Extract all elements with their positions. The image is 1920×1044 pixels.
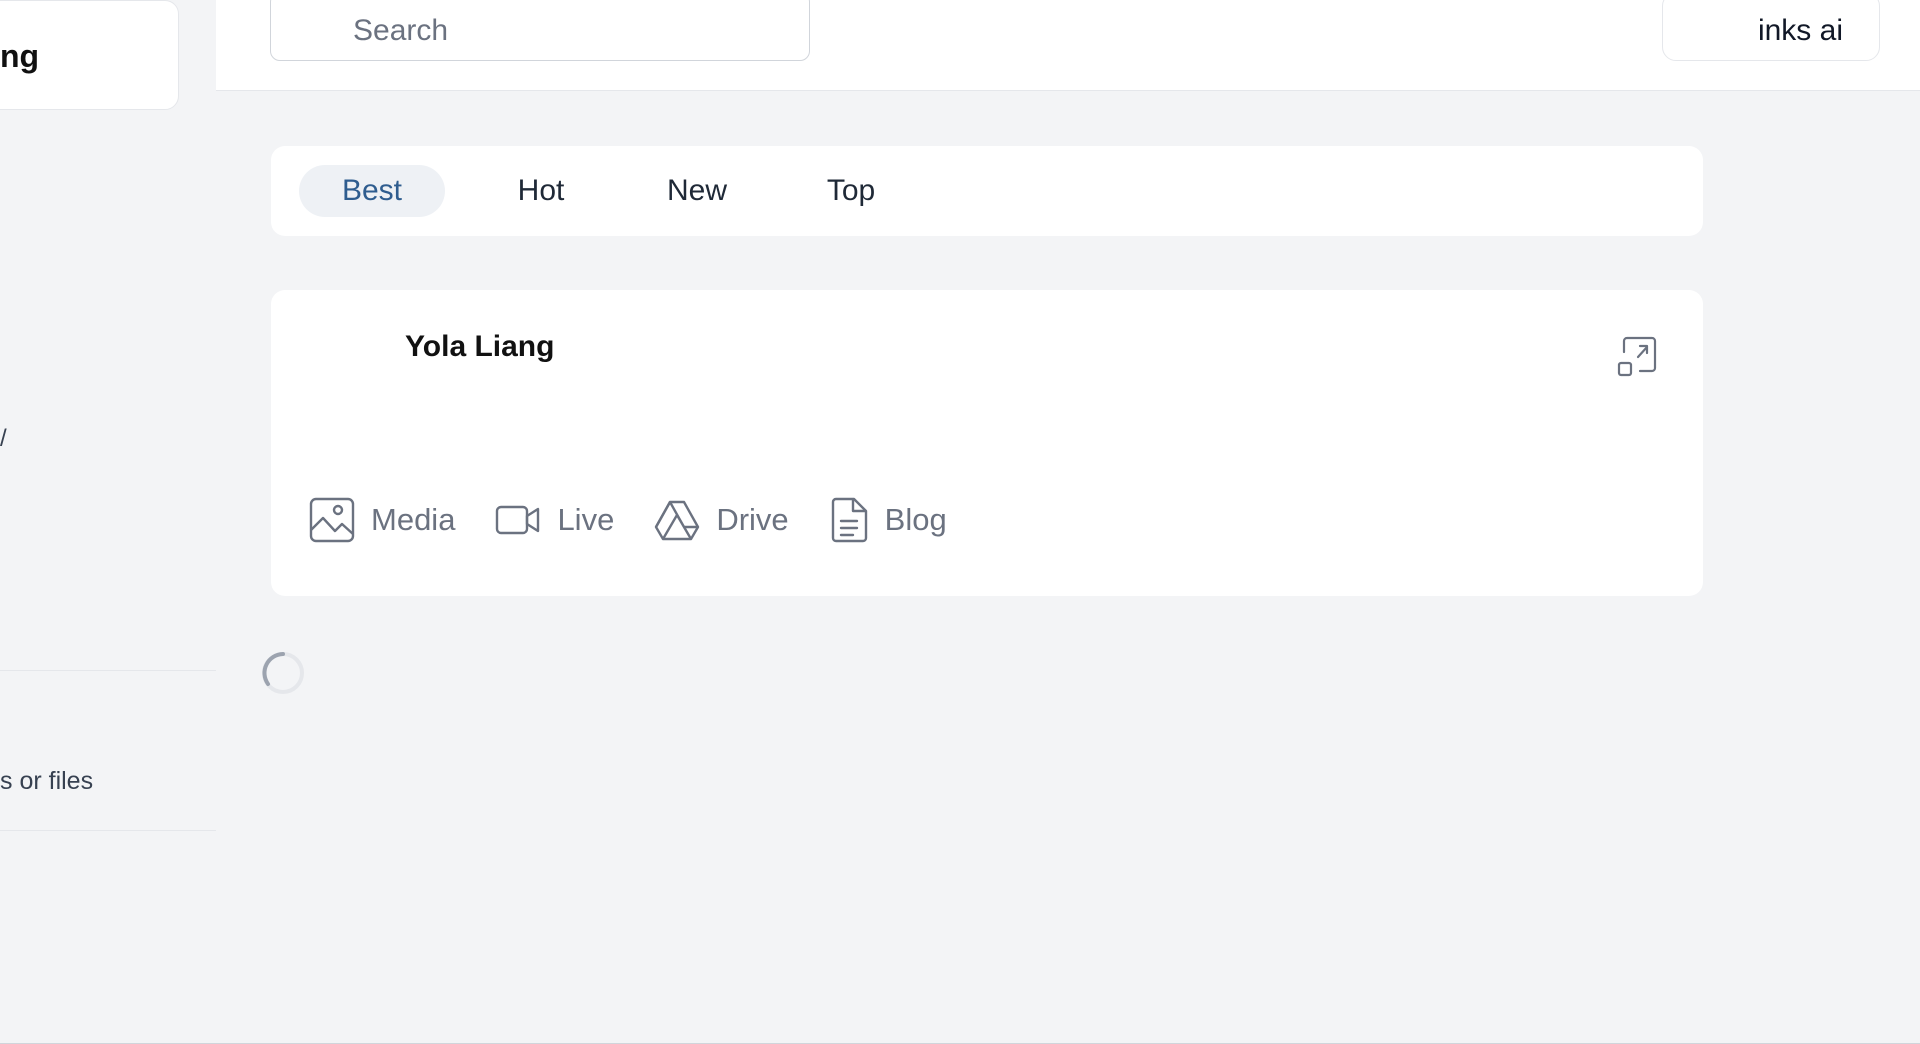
loading-spinner-icon: [262, 652, 304, 694]
tab-new[interactable]: New: [652, 165, 742, 217]
media-button[interactable]: Media: [309, 497, 455, 543]
composer-user-name: Yola Liang: [405, 330, 555, 363]
drive-button[interactable]: Drive: [654, 499, 789, 541]
sidebar: ng / s or files: [0, 0, 216, 1044]
document-icon: [831, 497, 867, 543]
top-bar: inks ai: [216, 0, 1920, 91]
blog-button[interactable]: Blog: [829, 497, 947, 543]
links-ai-button[interactable]: inks ai: [1662, 0, 1880, 61]
drive-icon: [655, 500, 700, 541]
sidebar-divider: [0, 670, 216, 671]
tab-best[interactable]: Best: [299, 165, 445, 217]
brand-name[interactable]: ng: [0, 38, 39, 75]
image-icon: [309, 497, 355, 543]
media-label: Media: [371, 502, 456, 537]
video-camera-icon: [496, 505, 540, 535]
tab-hot[interactable]: Hot: [501, 165, 581, 217]
tab-top[interactable]: Top: [809, 165, 893, 217]
expand-icon[interactable]: [1616, 335, 1660, 379]
live-label: Live: [557, 502, 615, 537]
sidebar-text-fragment: /: [0, 425, 7, 452]
sort-tabs-card: Best Hot New Top: [271, 146, 1703, 236]
blog-label: Blog: [884, 502, 947, 537]
composer-actions: Media Live Drive Blog: [309, 495, 987, 545]
live-button[interactable]: Live: [495, 502, 614, 538]
sidebar-divider: [0, 830, 216, 831]
post-composer[interactable]: Yola Liang Media Live Drive Blog: [271, 290, 1703, 596]
sidebar-drop-hint: s or files: [0, 767, 94, 795]
drive-label: Drive: [716, 502, 789, 537]
search-input[interactable]: [270, 0, 810, 61]
